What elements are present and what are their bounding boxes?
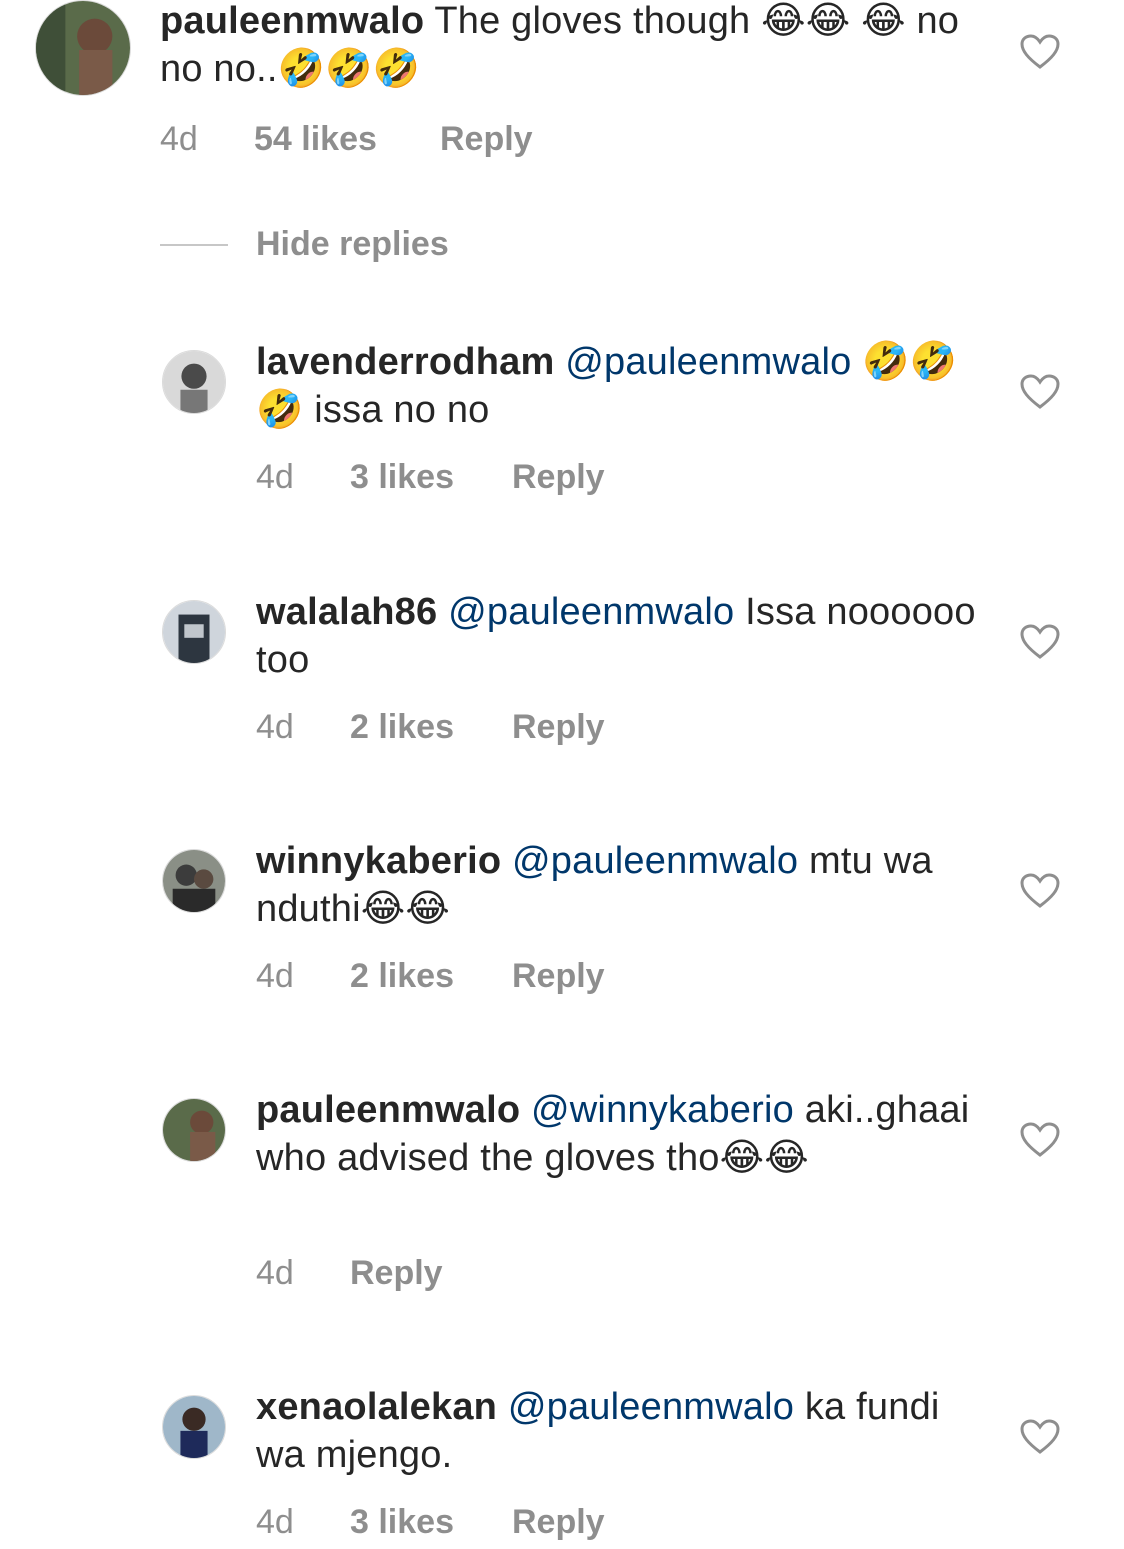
reply-button[interactable]: Reply: [512, 708, 605, 747]
avatar[interactable]: [162, 1098, 226, 1162]
comment-username[interactable]: pauleenmwalo: [160, 0, 424, 42]
reply-text: lavenderrodham @pauleenmwalo 🤣🤣🤣 issa no…: [256, 338, 976, 434]
reply-button[interactable]: Reply: [512, 458, 605, 497]
reply-username[interactable]: pauleenmwalo: [256, 1089, 520, 1131]
reply-meta: 4d Reply: [256, 1254, 443, 1293]
likes-count[interactable]: 2 likes: [350, 708, 512, 747]
avatar[interactable]: [162, 849, 226, 913]
avatar[interactable]: [162, 600, 226, 664]
reply-mention[interactable]: @pauleenmwalo: [565, 341, 851, 383]
reply-time: 4d: [256, 1503, 294, 1541]
reply-text: xenaolalekan @pauleenmwalo ka fundi wa m…: [256, 1383, 976, 1479]
reply-button[interactable]: Reply: [440, 120, 533, 159]
avatar[interactable]: [35, 0, 131, 96]
likes-count[interactable]: 3 likes: [350, 458, 512, 497]
divider-line: [160, 243, 228, 246]
comment-meta: 4d 54 likes Reply: [160, 120, 533, 159]
reply-meta: 4d 3 likes Reply: [256, 458, 605, 497]
reply-username[interactable]: xenaolalekan: [256, 1386, 497, 1428]
heart-icon[interactable]: [1020, 624, 1060, 660]
reply-text: pauleenmwalo @winnykaberio aki..ghaai wh…: [256, 1086, 976, 1182]
reply-meta: 4d 3 likes Reply: [256, 1503, 605, 1542]
reply-meta: 4d 2 likes Reply: [256, 957, 605, 996]
avatar[interactable]: [162, 350, 226, 414]
reply-button[interactable]: Reply: [350, 1254, 443, 1293]
reply-time: 4d: [256, 957, 294, 995]
reply-time: 4d: [256, 1254, 294, 1292]
reply-mention[interactable]: @pauleenmwalo: [512, 840, 798, 882]
reply-username[interactable]: winnykaberio: [256, 840, 501, 882]
heart-icon[interactable]: [1020, 1122, 1060, 1158]
reply-time: 4d: [256, 458, 294, 496]
heart-icon[interactable]: [1020, 374, 1060, 410]
heart-icon[interactable]: [1020, 1419, 1060, 1455]
reply-text: winnykaberio @pauleenmwalo mtu wa nduthi…: [256, 837, 976, 933]
hide-replies-button[interactable]: Hide replies: [160, 225, 449, 264]
likes-count[interactable]: 2 likes: [350, 957, 512, 996]
comment-text: pauleenmwalo The gloves though 😂😂 😂 no n…: [160, 0, 980, 93]
heart-icon[interactable]: [1020, 34, 1060, 70]
reply-mention[interactable]: @winnykaberio: [531, 1089, 794, 1131]
heart-icon[interactable]: [1020, 873, 1060, 909]
reply-text: walalah86 @pauleenmwalo Issa noooooo too: [256, 588, 976, 684]
reply-username[interactable]: walalah86: [256, 591, 437, 633]
reply-mention[interactable]: @pauleenmwalo: [508, 1386, 794, 1428]
reply-time: 4d: [256, 708, 294, 746]
reply-button[interactable]: Reply: [512, 957, 605, 996]
hide-replies-label: Hide replies: [256, 225, 449, 263]
likes-count[interactable]: 3 likes: [350, 1503, 512, 1542]
likes-count[interactable]: 54 likes: [254, 120, 440, 159]
reply-username[interactable]: lavenderrodham: [256, 341, 554, 383]
reply-button[interactable]: Reply: [512, 1503, 605, 1542]
comment-time: 4d: [160, 120, 198, 158]
reply-mention[interactable]: @pauleenmwalo: [448, 591, 734, 633]
avatar[interactable]: [162, 1395, 226, 1459]
reply-meta: 4d 2 likes Reply: [256, 708, 605, 747]
